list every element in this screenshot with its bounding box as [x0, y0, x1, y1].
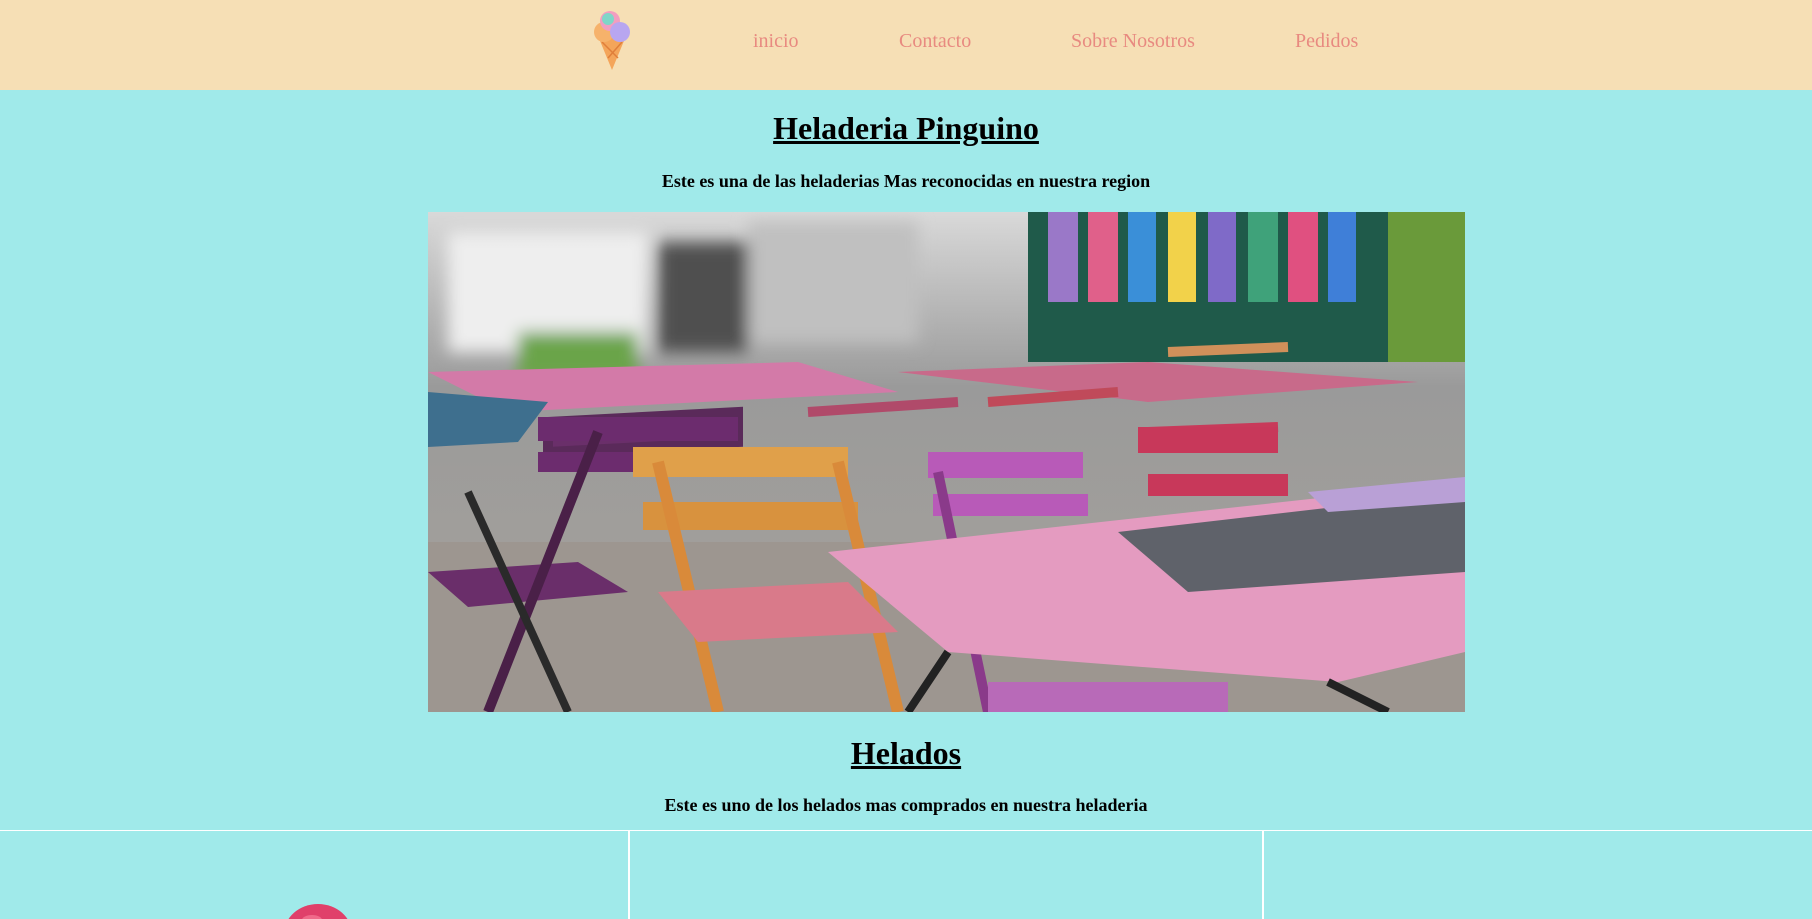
product-grid-divider — [0, 830, 1812, 831]
product-grid-divider — [628, 830, 630, 919]
hero-image — [428, 212, 1465, 712]
product-grid-divider — [1262, 830, 1264, 919]
page-subtitle: Este es una de las heladerias Mas recono… — [661, 171, 1151, 191]
site-header: inicio Contacto Sobre Nosotros Pedidos — [0, 0, 1812, 90]
page-title: Heladeria Pinguino — [773, 110, 1039, 146]
nav-item-pedidos[interactable]: Pedidos — [1295, 30, 1358, 53]
ice-cream-cone-logo[interactable] — [588, 8, 640, 72]
outdoor-cafe-photo — [428, 212, 1465, 712]
nav-item-inicio[interactable]: inicio — [753, 30, 799, 53]
section-title-helados: Helados — [850, 735, 962, 771]
nav-item-contacto[interactable]: Contacto — [899, 30, 971, 53]
section-subtitle-helados: Este es uno de los helados mas comprados… — [664, 795, 1148, 815]
ice-cream-scoop-image — [288, 904, 348, 919]
nav-item-sobre-nosotros[interactable]: Sobre Nosotros — [1071, 30, 1195, 53]
